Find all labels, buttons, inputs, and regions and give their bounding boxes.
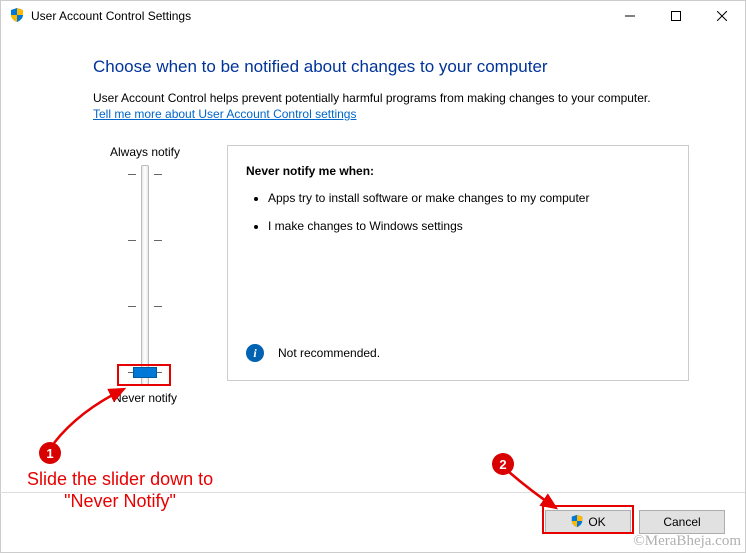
- slider-label-never: Never notify: [93, 391, 197, 405]
- watermark: ©MeraBheja.com: [633, 533, 741, 550]
- annotation-text-1: Slide the slider down to "Never Notify": [27, 469, 213, 512]
- notify-list: Apps try to install software or make cha…: [246, 190, 672, 234]
- slider-label-always: Always notify: [93, 145, 197, 159]
- annotation-circle-2: 2: [492, 453, 514, 475]
- annotation-text-line: Slide the slider down to: [27, 469, 213, 491]
- recommendation: i Not recommended.: [246, 344, 380, 362]
- shield-icon: [9, 7, 25, 26]
- notify-panel-title: Never notify me when:: [246, 164, 672, 178]
- annotation-box-ok: [542, 505, 634, 534]
- annotation-text-line: "Never Notify": [27, 491, 213, 513]
- maximize-button[interactable]: [653, 1, 699, 31]
- cancel-button-label: Cancel: [663, 515, 700, 529]
- cancel-button[interactable]: Cancel: [639, 510, 725, 534]
- window-title: User Account Control Settings: [31, 9, 607, 23]
- close-button[interactable]: [699, 1, 745, 31]
- annotation-circle-1: 1: [39, 442, 61, 464]
- notify-item: Apps try to install software or make cha…: [268, 190, 672, 206]
- recommendation-text: Not recommended.: [278, 346, 380, 360]
- notify-item: I make changes to Windows settings: [268, 218, 672, 234]
- notify-panel: Never notify me when: Apps try to instal…: [227, 145, 689, 381]
- page-heading: Choose when to be notified about changes…: [93, 57, 689, 77]
- uac-slider[interactable]: [93, 165, 197, 385]
- content-area: Choose when to be notified about changes…: [1, 31, 745, 405]
- annotation-box-slider: [117, 364, 171, 386]
- minimize-button[interactable]: [607, 1, 653, 31]
- titlebar: User Account Control Settings: [1, 1, 745, 31]
- page-description: User Account Control helps prevent poten…: [93, 91, 689, 105]
- info-icon: i: [246, 344, 264, 362]
- learn-more-link[interactable]: Tell me more about User Account Control …: [93, 107, 356, 121]
